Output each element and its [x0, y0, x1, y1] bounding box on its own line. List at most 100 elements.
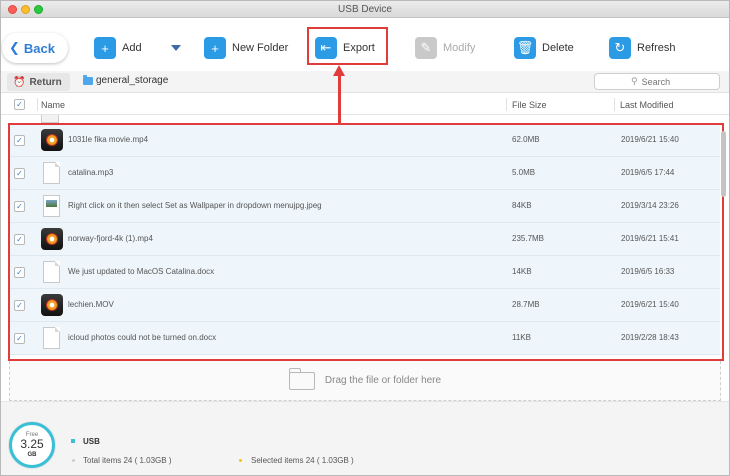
drop-zone[interactable]: Drag the file or folder here	[9, 361, 721, 401]
selected-dot-icon	[239, 459, 242, 462]
delete-label: Delete	[542, 42, 574, 54]
jpeg-icon	[41, 195, 63, 217]
total-dot-icon	[72, 459, 75, 462]
delete-button[interactable]: 🗑 Delete	[514, 34, 574, 62]
file-row[interactable]: ✓ Right click on it then select Set as Wa…	[10, 190, 720, 223]
device-name: USB	[83, 437, 100, 446]
back-arrow-icon: ❮	[9, 40, 20, 55]
file-size: 28.7MB	[512, 300, 540, 309]
file-date: 2019/6/21 15:40	[621, 300, 679, 309]
document-icon	[41, 327, 63, 349]
return-icon: ⏰	[13, 76, 26, 88]
file-name: icloud photos could not be turned on.doc…	[68, 333, 217, 342]
selected-items: Selected items 24 ( 1.03GB )	[251, 456, 354, 465]
new-folder-icon: +	[204, 37, 226, 59]
folder-icon	[83, 74, 93, 85]
file-name: norway-fjord-4k (1).mp4	[68, 234, 153, 243]
free-unit: GB	[27, 451, 37, 458]
scrollbar[interactable]	[721, 131, 726, 197]
row-checkbox[interactable]: ✓	[14, 168, 25, 179]
breadcrumb-folder: general_storage	[96, 75, 169, 86]
file-row[interactable]: ✓ catalina.mp3 5.0MB 2019/6/5 17:44	[10, 157, 720, 190]
file-rows: ✓ 1031le fika movie.mp4 62.0MB 2019/6/21 15…	[10, 124, 720, 355]
new-folder-button[interactable]: + New Folder	[204, 34, 288, 62]
search-box[interactable]: ⚲	[594, 73, 720, 90]
file-row[interactable]: ✓ 1031le fika movie.mp4 62.0MB 2019/6/21 15…	[10, 124, 720, 157]
modify-icon: ✎	[415, 37, 437, 59]
add-dropdown-caret-icon[interactable]	[171, 45, 181, 51]
modify-button[interactable]: ✎ Modify	[415, 34, 475, 62]
file-row[interactable]: ✓ lechien.MOV 28.7MB 2019/6/21 15:40	[10, 289, 720, 322]
app-window: USB Device ❮ Back + Add + New Folder ⇤ E…	[0, 0, 730, 476]
file-date: 2019/3/14 23:26	[621, 201, 679, 210]
status-footer: Free 3.25 GB USB Total items 24 ( 1.03GB…	[1, 401, 729, 475]
file-date: 2019/2/28 18:43	[621, 333, 679, 342]
free-space-gauge: Free 3.25 GB	[9, 422, 55, 468]
modify-label: Modify	[443, 42, 476, 54]
file-name: catalina.mp3	[68, 168, 114, 177]
column-divider	[506, 98, 507, 111]
trash-icon: 🗑	[514, 37, 536, 59]
file-name: Right click on it then select Set as Wal…	[68, 201, 322, 210]
column-last-modified[interactable]: Last Modified	[620, 100, 674, 110]
refresh-label: Refresh	[637, 42, 676, 54]
folder-outline-icon	[288, 367, 315, 390]
column-divider	[37, 98, 38, 111]
file-row[interactable]: ✓ norway-fjord-4k (1).mp4 235.7MB 2019/6/21…	[10, 223, 720, 256]
annotation-arrow	[338, 75, 341, 123]
refresh-button[interactable]: ↻ Refresh	[609, 34, 676, 62]
video-icon	[41, 294, 63, 316]
back-label: Back	[23, 40, 55, 56]
device-marker-icon	[71, 439, 75, 443]
row-checkbox[interactable]: ✓	[14, 135, 25, 146]
document-icon	[41, 162, 63, 184]
export-highlight-box	[307, 27, 388, 65]
new-folder-label: New Folder	[232, 42, 289, 54]
document-icon	[41, 261, 63, 283]
file-date: 2019/6/21 15:41	[621, 234, 679, 243]
file-size: 5.0MB	[512, 168, 536, 177]
file-name: lechien.MOV	[68, 300, 114, 309]
add-label: Add	[122, 42, 142, 54]
return-button[interactable]: ⏰ Return	[7, 73, 70, 91]
row-checkbox[interactable]: ✓	[14, 300, 25, 311]
select-all-checkbox[interactable]: ✓	[14, 99, 25, 110]
file-size: 14KB	[512, 267, 532, 276]
file-list: ✓ 1031le fika movie.mp4 62.0MB 2019/6/21 15…	[1, 115, 729, 359]
file-name: We just updated to MacOS Catalina.docx	[68, 267, 215, 276]
breadcrumb[interactable]: general_storage	[83, 74, 169, 86]
window-title: USB Device	[338, 4, 392, 15]
title-bar: USB Device	[1, 1, 729, 18]
file-size: 235.7MB	[512, 234, 545, 243]
file-date: 2019/6/5 17:44	[621, 168, 675, 177]
column-header: ✓ Name File Size Last Modified	[1, 94, 729, 115]
row-checkbox[interactable]: ✓	[14, 333, 25, 344]
file-date: 2019/6/5 16:33	[621, 267, 675, 276]
annotation-arrow-head-icon	[333, 65, 345, 76]
back-button[interactable]: ❮ Back	[2, 33, 68, 63]
video-icon	[41, 228, 63, 250]
add-file-icon: +	[94, 37, 116, 59]
column-divider	[614, 98, 615, 111]
file-size: 84KB	[512, 201, 532, 210]
file-size: 62.0MB	[512, 135, 540, 144]
file-row[interactable]: ✓ We just updated to MacOS Catalina.docx 1…	[10, 256, 720, 289]
search-input[interactable]	[641, 76, 712, 87]
file-name: 1031le fika movie.mp4	[68, 135, 149, 144]
partial-file-icon	[41, 115, 59, 123]
file-date: 2019/6/21 15:40	[621, 135, 679, 144]
add-button[interactable]: + Add	[94, 34, 142, 62]
row-checkbox[interactable]: ✓	[14, 267, 25, 278]
row-checkbox[interactable]: ✓	[14, 234, 25, 245]
file-row[interactable]: ✓ icloud photos could not be turned on.do…	[10, 322, 720, 355]
column-name[interactable]: Name	[41, 100, 65, 110]
search-icon: ⚲	[631, 76, 638, 86]
video-icon	[41, 129, 63, 151]
return-label: Return	[29, 76, 62, 88]
refresh-icon: ↻	[609, 37, 631, 59]
column-file-size[interactable]: File Size	[512, 100, 547, 110]
file-size: 11KB	[512, 333, 531, 342]
free-value: 3.25	[20, 437, 44, 452]
row-checkbox[interactable]: ✓	[14, 201, 25, 212]
drop-zone-label: Drag the file or folder here	[324, 375, 442, 386]
